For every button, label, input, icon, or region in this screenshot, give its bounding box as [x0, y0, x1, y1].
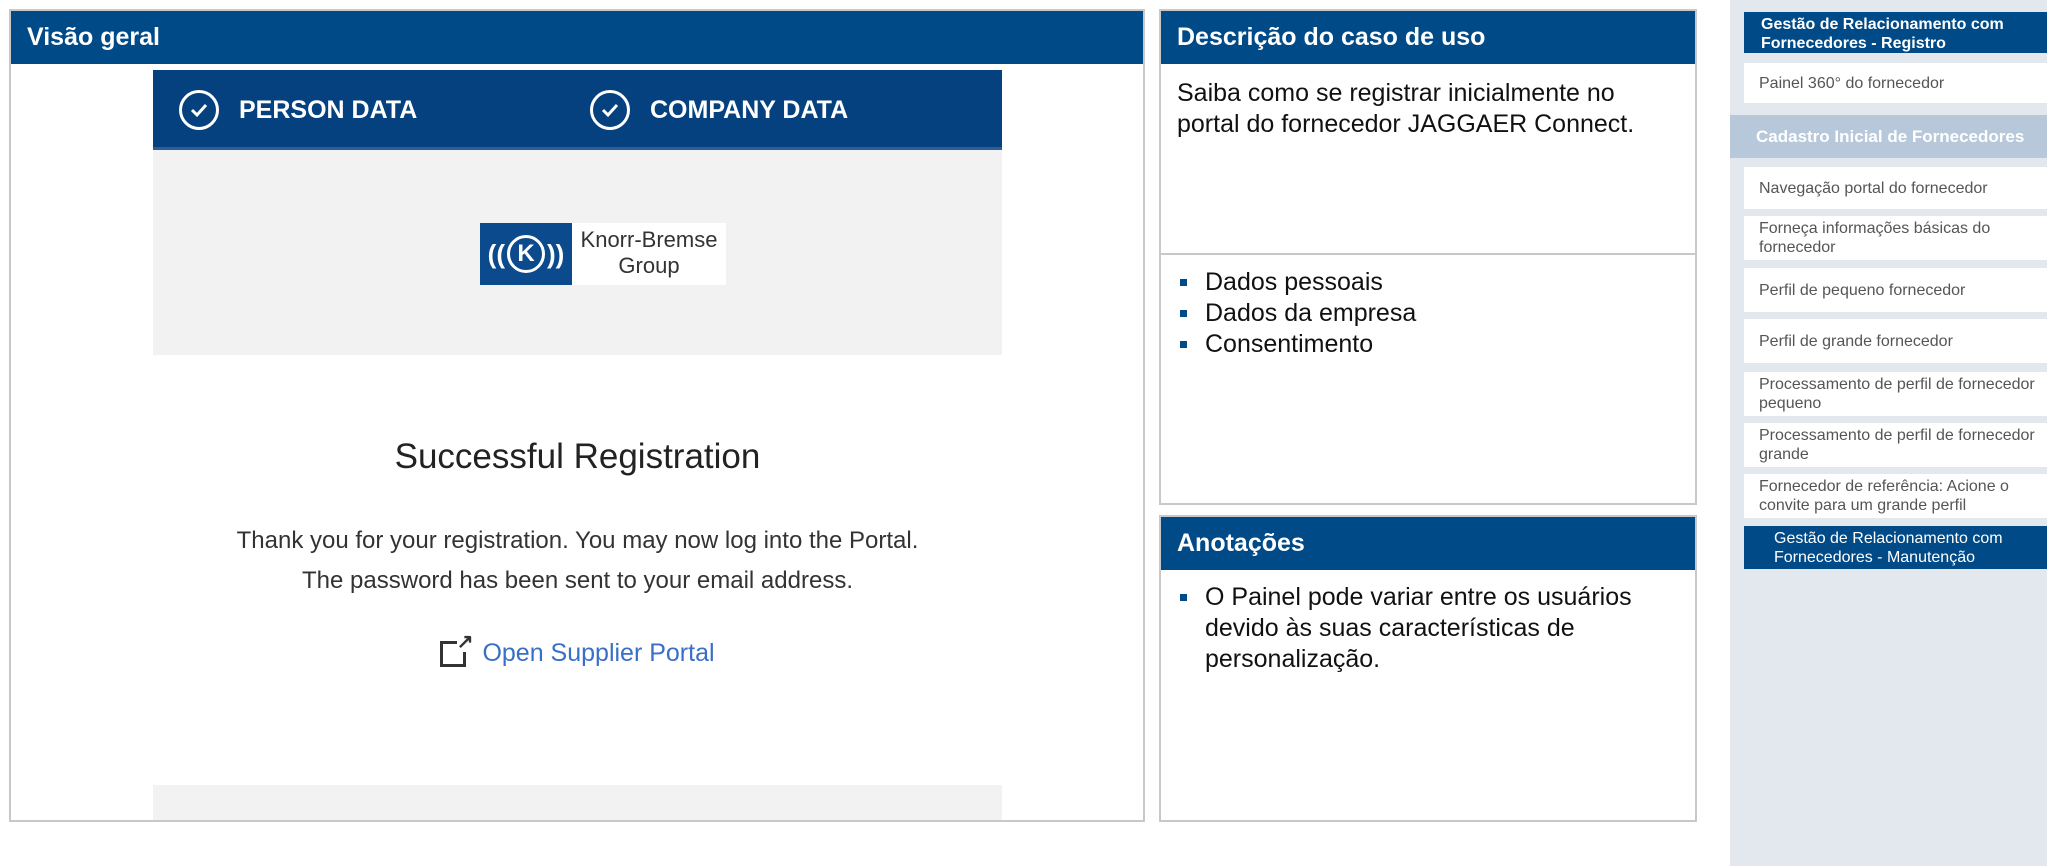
external-link-icon — [440, 631, 474, 667]
list-item: Dados pessoais — [1177, 267, 1679, 298]
list-item: Consentimento — [1177, 329, 1679, 360]
usecase-title: Descrição do caso de uso — [1161, 11, 1695, 64]
sidebar-item-informacoes-basicas[interactable]: Forneça informações básicas do fornecedo… — [1744, 216, 2047, 260]
list-item: O Painel pode variar entre os usuários d… — [1177, 582, 1679, 675]
step-company-data: COMPANY DATA — [590, 90, 848, 130]
open-supplier-portal-link[interactable]: Open Supplier Portal — [153, 631, 1002, 668]
check-circle-icon — [179, 90, 219, 130]
usecase-bullet-list: Dados pessoais Dados da empresa Consenti… — [1161, 255, 1695, 372]
overview-title: Visão geral — [11, 11, 1143, 64]
notes-bullet-list: O Painel pode variar entre os usuários d… — [1161, 570, 1695, 687]
step-person-data: PERSON DATA — [179, 90, 417, 130]
screenshot-footer — [153, 785, 1002, 820]
sidebar-item-fornecedor-referencia[interactable]: Fornecedor de referência: Acione o convi… — [1744, 474, 2047, 518]
sidebar-item-perfil-pequeno[interactable]: Perfil de pequeno fornecedor — [1744, 268, 2047, 312]
logo-area: ((K)) Knorr-Bremse Group — [153, 150, 1002, 355]
list-item: Dados da empresa — [1177, 298, 1679, 329]
success-message: Thank you for your registration. You may… — [236, 527, 919, 594]
registration-screenshot: PERSON DATA COMPANY DATA ((K)) Knorr-Bre… — [153, 70, 1002, 820]
logo-text: Knorr-Bremse Group — [580, 227, 718, 278]
knorr-bremse-logo: ((K)) Knorr-Bremse Group — [480, 223, 726, 285]
notes-panel: Anotações O Painel pode variar entre os … — [1159, 515, 1697, 822]
registration-steps-bar: PERSON DATA COMPANY DATA — [153, 70, 1002, 150]
sidebar-item-manutencao[interactable]: Gestão de Relacionamento com Fornecedore… — [1744, 526, 2047, 569]
overview-panel: Visão geral PERSON DATA COMPANY DATA ((K… — [9, 9, 1145, 822]
sidebar-navigation: Gestão de Relacionamento com Fornecedore… — [1730, 0, 2047, 866]
sidebar-item-perfil-grande[interactable]: Perfil de grande fornecedor — [1744, 319, 2047, 363]
sidebar-item-registro[interactable]: Gestão de Relacionamento com Fornecedore… — [1744, 12, 2047, 53]
sidebar-section-cadastro-inicial[interactable]: Cadastro Inicial de Fornecedores — [1730, 115, 2047, 158]
step-label: PERSON DATA — [239, 95, 418, 124]
open-supplier-portal-label: Open Supplier Portal — [482, 639, 715, 667]
knorr-bremse-logo-mark: ((K)) — [480, 223, 572, 285]
usecase-panel: Descrição do caso de uso Saiba como se r… — [1159, 9, 1697, 505]
sidebar-item-processamento-grande[interactable]: Processamento de perfil de fornecedor gr… — [1744, 423, 2047, 467]
sidebar-item-processamento-pequeno[interactable]: Processamento de perfil de fornecedor pe… — [1744, 372, 2047, 416]
sidebar-item-navegacao[interactable]: Navegação portal do fornecedor — [1744, 167, 2047, 209]
notes-title: Anotações — [1161, 517, 1695, 570]
step-label: COMPANY DATA — [650, 95, 849, 124]
check-circle-icon — [590, 90, 630, 130]
sidebar-item-painel-360[interactable]: Painel 360° do fornecedor — [1744, 63, 2047, 103]
success-title: Successful Registration — [394, 437, 761, 476]
usecase-description: Saiba como se registrar inicialmente no … — [1161, 64, 1695, 255]
